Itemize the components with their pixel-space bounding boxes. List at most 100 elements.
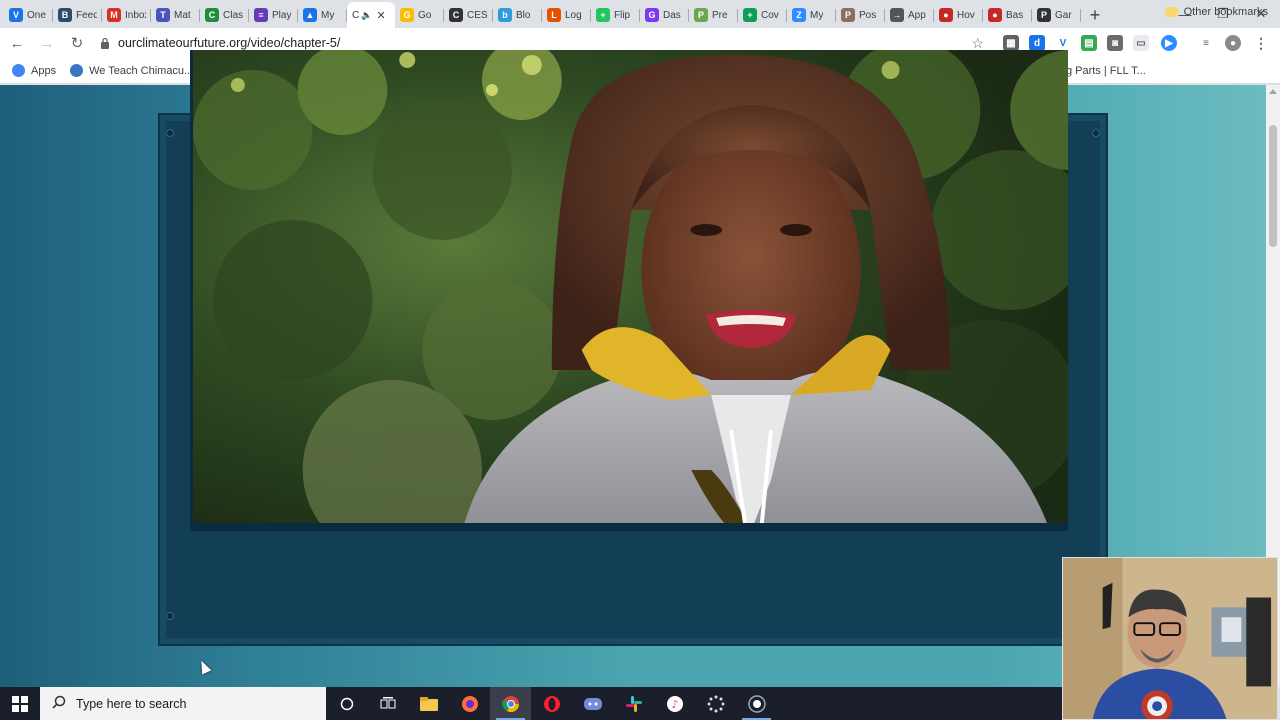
discord-button[interactable] xyxy=(572,687,613,720)
blooket-icon: b xyxy=(498,8,512,22)
new-tab-button[interactable]: + xyxy=(1081,2,1109,28)
gdoc-icon: G xyxy=(400,8,414,22)
video-frame-image xyxy=(193,50,1068,531)
screen-recorder-button[interactable] xyxy=(736,687,777,720)
tab-v[interactable]: V One xyxy=(4,2,53,28)
other-bookmarks[interactable]: Other bookmarks xyxy=(1164,6,1268,18)
cortana-button[interactable] xyxy=(326,687,367,720)
taskbar-search-box[interactable]: Type here to search xyxy=(40,687,326,720)
teams-icon: T xyxy=(156,8,170,22)
firefox-button[interactable] xyxy=(449,687,490,720)
discord-icon xyxy=(583,697,602,710)
lock-icon xyxy=(98,36,112,50)
tab-drive[interactable]: ▲ My xyxy=(298,2,347,28)
profile-avatar[interactable]: ● xyxy=(1225,35,1241,51)
tab-label: App xyxy=(908,9,926,21)
slack-button[interactable] xyxy=(613,687,654,720)
slack-icon xyxy=(625,695,642,712)
rivet-icon xyxy=(166,612,174,620)
bookmark-item[interactable]: Apps xyxy=(12,64,56,77)
pos-icon: P xyxy=(841,8,855,22)
tab-dashboard[interactable]: G Das xyxy=(640,2,689,28)
tab-label: Gar xyxy=(1055,9,1072,21)
tab-label: Flip xyxy=(614,9,631,21)
chrome-button[interactable] xyxy=(490,687,531,720)
tab-active[interactable]: C 🔈 ✕ xyxy=(347,2,395,28)
scrollbar-thumb[interactable] xyxy=(1269,125,1277,247)
tab-zoom[interactable]: Z My xyxy=(787,2,836,28)
loading-app-button[interactable] xyxy=(695,687,736,720)
tab-gdoc[interactable]: G Go xyxy=(395,2,444,28)
tab-label: My xyxy=(810,9,824,21)
extension-grid-icon[interactable]: ▦ xyxy=(1003,35,1019,51)
bookmark-label: Apps xyxy=(31,64,57,77)
tab-label: Das xyxy=(663,9,681,21)
record-icon xyxy=(747,694,766,713)
tab-strip: VOneBFeedMInboxTMatCClas≡Play▲MyC🔈✕GGoCC… xyxy=(0,0,1280,28)
forward-button[interactable]: → xyxy=(34,30,60,56)
search-icon xyxy=(52,695,66,712)
tab-p[interactable]: P Gar xyxy=(1032,2,1081,28)
tab-label: Feed xyxy=(76,9,97,21)
task-view-button[interactable] xyxy=(367,687,408,720)
zoom-extension-icon[interactable]: ▶ xyxy=(1161,35,1177,51)
tab-pos[interactable]: P Pos xyxy=(836,2,885,28)
tab-blooket[interactable]: b Blo xyxy=(493,2,542,28)
opera-button[interactable] xyxy=(531,687,572,720)
opera-icon xyxy=(543,695,560,712)
firefox-icon xyxy=(461,695,478,712)
tab-classroom[interactable]: C Clas xyxy=(200,2,249,28)
extension-d-icon[interactable]: d xyxy=(1029,35,1045,51)
tab-label: Go xyxy=(418,9,432,21)
extension-doc-icon[interactable]: ▭ xyxy=(1133,35,1149,51)
tab-gmail[interactable]: M Inbox xyxy=(102,2,151,28)
menu-kebab-icon[interactable]: ⋮ xyxy=(1253,35,1269,51)
tab-label: My xyxy=(321,9,335,21)
close-tab-icon[interactable]: ✕ xyxy=(376,9,385,22)
classroom-icon: C xyxy=(205,8,219,22)
file-explorer-button[interactable] xyxy=(408,687,449,720)
v-icon: V xyxy=(9,8,23,22)
media-control-icon[interactable]: ≡ xyxy=(1198,35,1214,51)
windows-taskbar: Type here to search ♪ xyxy=(0,687,1062,720)
speaker-icon: 🔈 xyxy=(361,9,373,20)
tab-book[interactable]: B Feed xyxy=(53,2,102,28)
tab-teams[interactable]: T Mat xyxy=(151,2,200,28)
extension-v-icon[interactable]: V xyxy=(1055,35,1071,51)
tab-apple2[interactable]: ● Bas xyxy=(983,2,1032,28)
bookmark-item[interactable]: We Teach Chimacu... xyxy=(70,64,193,77)
task-view-icon xyxy=(380,696,395,708)
pear-icon: P xyxy=(694,8,708,22)
tab-flipgrid[interactable]: + Flip xyxy=(591,2,640,28)
webcam-image xyxy=(1063,558,1277,719)
tab-label: Pre xyxy=(712,9,728,21)
tab-forms[interactable]: ≡ Play xyxy=(249,2,298,28)
video-player[interactable] xyxy=(190,50,1068,531)
svg-text:♪: ♪ xyxy=(671,698,678,711)
itunes-button[interactable]: ♪ xyxy=(654,687,695,720)
tab-label: Blo xyxy=(516,9,531,21)
tab-label: Clas xyxy=(223,9,244,21)
zoom-icon: Z xyxy=(792,8,806,22)
windows-start-button[interactable] xyxy=(0,687,40,720)
extension-sheet-icon[interactable]: ▤ xyxy=(1081,35,1097,51)
reload-button[interactable]: ↻ xyxy=(64,30,90,56)
tab-sheets[interactable]: + Cov xyxy=(738,2,787,28)
tab-apple[interactable]: ● Hov xyxy=(934,2,983,28)
tab-app[interactable]: → App xyxy=(885,2,934,28)
tab-log[interactable]: L Log xyxy=(542,2,591,28)
extension-camera-icon[interactable]: ◙ xyxy=(1107,35,1123,51)
app-icon: → xyxy=(890,8,904,22)
tab-pear[interactable]: P Pre xyxy=(689,2,738,28)
back-button[interactable]: ← xyxy=(4,30,30,56)
book-icon: B xyxy=(58,8,72,22)
tab-label: C xyxy=(352,9,360,21)
cortana-icon xyxy=(340,697,353,710)
scroll-up-arrow-icon[interactable] xyxy=(1269,89,1277,94)
bookmark-favicon-icon xyxy=(70,64,84,77)
tab-label: Log xyxy=(565,9,582,21)
folder-icon xyxy=(1164,7,1178,17)
folder-icon xyxy=(419,696,438,711)
tab-ces[interactable]: C CES xyxy=(444,2,493,28)
dashboard-icon: G xyxy=(645,8,659,22)
